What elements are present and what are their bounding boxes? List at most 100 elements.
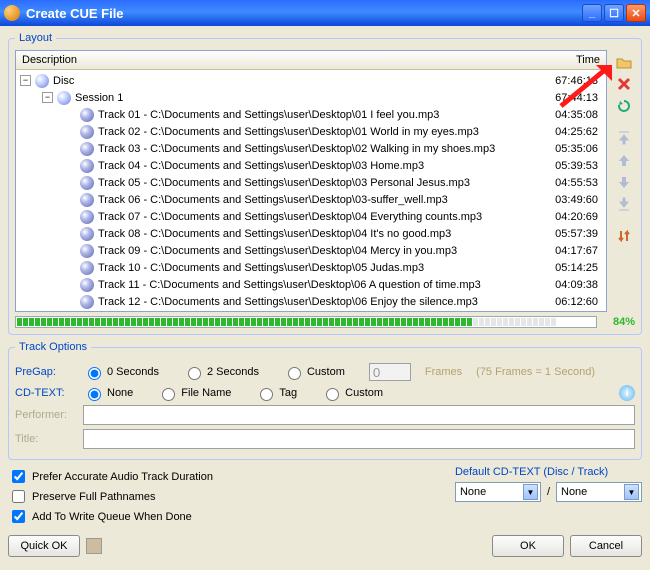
track-label: Track 08 - C:\Documents and Settings\use… [98,228,538,240]
column-description[interactable]: Description [22,54,540,66]
expander-icon[interactable]: − [42,92,53,103]
track-time: 05:57:39 [538,228,598,240]
title-input[interactable] [83,429,635,449]
move-top-button[interactable] [613,128,635,148]
performer-input[interactable] [83,405,635,425]
session-time: 67:44:13 [538,92,598,104]
save-icon[interactable] [86,538,102,554]
disc-time: 67:46:13 [538,75,598,87]
titlebar: Create CUE File _ ☐ ✕ [0,0,650,26]
track-time: 04:09:38 [538,279,598,291]
move-up-button[interactable] [613,150,635,170]
close-button[interactable]: ✕ [626,4,646,22]
open-folder-button[interactable] [613,52,635,72]
pregap-2-radio[interactable]: 2 Seconds [183,364,259,380]
default-cdtext-group: Default CD-TEXT (Disc / Track) None ▼ / … [455,466,642,502]
track-row[interactable]: Track 04 - C:\Documents and Settings\use… [16,157,606,174]
window-title: Create CUE File [26,6,580,21]
cdtext-tag-radio[interactable]: Tag [255,385,297,401]
expander-icon[interactable]: − [20,75,31,86]
refresh-icon [617,99,631,113]
cdtext-none-radio[interactable]: None [83,385,133,401]
track-label: Track 09 - C:\Documents and Settings\use… [98,245,538,257]
track-time: 04:25:62 [538,126,598,138]
move-bottom-button[interactable] [613,194,635,214]
progress-percent: 84% [603,316,635,328]
side-toolbar [613,50,635,312]
track-row[interactable]: Track 01 - C:\Documents and Settings\use… [16,106,606,123]
track-row[interactable]: Track 09 - C:\Documents and Settings\use… [16,242,606,259]
track-icon [80,227,94,241]
track-time: 05:39:53 [538,160,598,172]
ok-button[interactable]: OK [492,535,564,557]
queue-check[interactable]: Add To Write Queue When Done [8,507,443,526]
track-time: 04:17:67 [538,245,598,257]
move-up-icon [618,154,630,166]
session-label: Session 1 [75,92,538,104]
progress-bar [15,316,597,328]
quick-ok-button[interactable]: Quick OK [8,535,80,557]
move-top-icon [618,131,630,145]
track-icon [80,210,94,224]
accurate-check[interactable]: Prefer Accurate Audio Track Duration [8,467,443,486]
refresh-button[interactable] [613,96,635,116]
track-row[interactable]: Track 03 - C:\Documents and Settings\use… [16,140,606,157]
pregap-0-radio[interactable]: 0 Seconds [83,364,159,380]
track-label: Track 12 - C:\Documents and Settings\use… [98,296,538,308]
track-time: 04:20:69 [538,211,598,223]
sort-button[interactable] [613,226,635,246]
minimize-button[interactable]: _ [582,4,602,22]
layout-legend: Layout [15,32,56,44]
default-track-select[interactable]: None ▼ [556,482,642,502]
track-row[interactable]: Track 12 - C:\Documents and Settings\use… [16,293,606,310]
track-label: Track 05 - C:\Documents and Settings\use… [98,177,538,189]
column-time[interactable]: Time [540,54,600,66]
app-icon [4,5,20,21]
cdtext-label: CD-TEXT: [15,387,77,399]
track-row[interactable]: Track 07 - C:\Documents and Settings\use… [16,208,606,225]
default-cdtext-legend: Default CD-TEXT (Disc / Track) [455,466,642,478]
info-icon[interactable]: i [619,385,635,401]
track-icon [80,142,94,156]
track-row[interactable]: Track 05 - C:\Documents and Settings\use… [16,174,606,191]
track-list[interactable]: Description Time − Disc 67:46:13 − Sessi… [15,50,607,312]
track-row[interactable]: Track 10 - C:\Documents and Settings\use… [16,259,606,276]
default-disc-select[interactable]: None ▼ [455,482,541,502]
track-label: Track 10 - C:\Documents and Settings\use… [98,262,538,274]
disc-row[interactable]: − Disc 67:46:13 [16,72,606,89]
track-time: 05:35:06 [538,143,598,155]
track-icon [80,295,94,309]
preserve-check[interactable]: Preserve Full Pathnames [8,487,443,506]
track-icon [80,244,94,258]
track-label: Track 03 - C:\Documents and Settings\use… [98,143,538,155]
frames-label: Frames [425,366,462,378]
track-label: Track 11 - C:\Documents and Settings\use… [98,279,538,291]
pregap-frames-input[interactable] [369,363,411,381]
title-label: Title: [15,433,77,445]
cancel-button[interactable]: Cancel [570,535,642,557]
track-row[interactable]: Track 11 - C:\Documents and Settings\use… [16,276,606,293]
frames-hint: (75 Frames = 1 Second) [476,366,595,378]
track-label: Track 06 - C:\Documents and Settings\use… [98,194,538,206]
pregap-custom-radio[interactable]: Custom [283,364,345,380]
delete-icon [617,77,631,91]
cdtext-filename-radio[interactable]: File Name [157,385,231,401]
session-row[interactable]: − Session 1 67:44:13 [16,89,606,106]
track-time: 04:35:08 [538,109,598,121]
tree[interactable]: − Disc 67:46:13 − Session 1 67:44:13 Tra… [16,70,606,311]
chevron-down-icon: ▼ [624,484,639,500]
track-icon [80,108,94,122]
delete-button[interactable] [613,74,635,94]
list-header[interactable]: Description Time [16,51,606,70]
track-time: 04:55:53 [538,177,598,189]
move-down-button[interactable] [613,172,635,192]
layout-group: Layout Description Time − Disc 67:46:13 … [8,32,642,335]
track-row[interactable]: Track 02 - C:\Documents and Settings\use… [16,123,606,140]
track-row[interactable]: Track 06 - C:\Documents and Settings\use… [16,191,606,208]
checkbox-group: Prefer Accurate Audio Track Duration Pre… [8,466,443,527]
cdtext-custom-radio[interactable]: Custom [321,385,383,401]
disc-icon [35,74,49,88]
maximize-button[interactable]: ☐ [604,4,624,22]
track-row[interactable]: Track 08 - C:\Documents and Settings\use… [16,225,606,242]
pregap-label: PreGap: [15,366,77,378]
